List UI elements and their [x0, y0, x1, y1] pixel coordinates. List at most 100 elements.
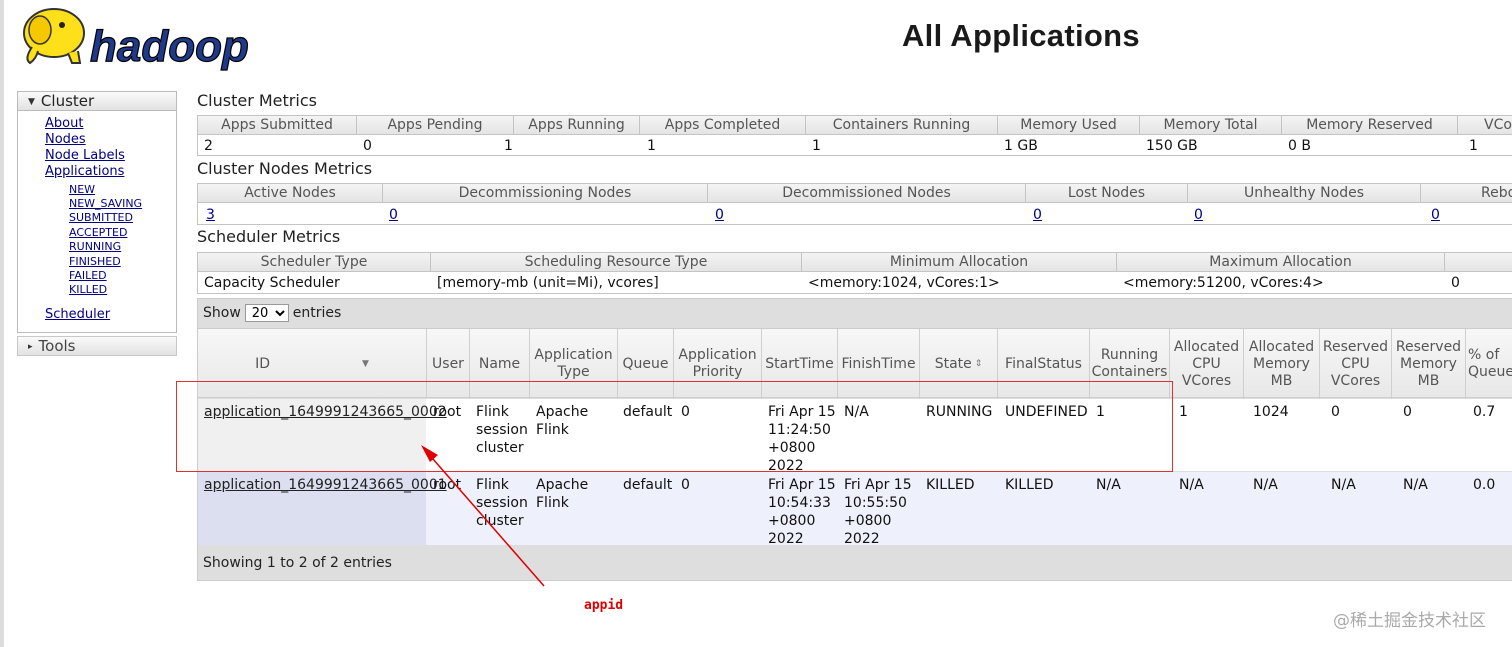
app-id-cell: application_1649991243665_0001	[204, 472, 447, 494]
column-label: % of Queue	[1468, 347, 1512, 380]
final-status-cell: KILLED	[1005, 477, 1054, 493]
column-label: Name	[478, 355, 521, 372]
metric-header: Apps Pending	[357, 116, 514, 135]
column-pct-queue[interactable]: % of Queue	[1466, 329, 1512, 399]
sidebar-link-nodes[interactable]: Nodes	[45, 132, 86, 147]
sidebar-link-node-labels[interactable]: Node Labels	[45, 148, 125, 163]
scheduler-type: Capacity Scheduler	[204, 275, 340, 291]
allocated-memory-cell: N/A	[1253, 477, 1278, 493]
metric-value: 150 GB	[1146, 138, 1198, 154]
nodes-header: Lost Nodes	[1026, 184, 1188, 203]
column-label: Allocated CPU VCores	[1173, 338, 1240, 389]
highlight-box	[176, 381, 1173, 472]
metric-value: 1	[647, 138, 656, 154]
unhealthy-nodes-link[interactable]: 0	[1188, 206, 1203, 224]
queue-cell: default	[623, 477, 673, 493]
metric-header: VCor	[1484, 117, 1512, 133]
column-label: Application Type	[534, 347, 613, 380]
column-allocated-cpu-vcores[interactable]: Allocated CPU VCores	[1170, 329, 1244, 399]
show-entries-control: Show 20 entries	[203, 304, 341, 322]
reserved-memory-cell: 0	[1403, 404, 1412, 420]
scheduler-header: Minimum Allocation	[802, 253, 1117, 272]
finish-time-cell: Fri Apr 15 10:55:50 +0800 2022	[844, 477, 912, 547]
rebooted-nodes-link[interactable]: 0	[1425, 206, 1440, 224]
allocated-memory-cell: 1024	[1253, 404, 1289, 420]
metric-value: 2	[204, 138, 213, 154]
user-cell: root	[433, 477, 462, 493]
cluster-metrics-header-row: Apps Submitted Apps Pending Apps Running…	[198, 116, 1512, 135]
page-title: All Applications	[902, 18, 1140, 53]
scheduler-metrics-table: Scheduler Type Scheduling Resource Type …	[197, 252, 1512, 294]
caret-right-icon: ▸	[28, 342, 33, 352]
sidebar-state-finished[interactable]: FINISHED	[69, 255, 121, 268]
scheduler-extra-value: 0	[1451, 275, 1460, 291]
column-reserved-cpu-vcores[interactable]: Reserved CPU VCores	[1320, 329, 1392, 399]
sidebar-state-running[interactable]: RUNNING	[69, 240, 121, 253]
sidebar-state-failed[interactable]: FAILED	[69, 269, 107, 282]
scheduler-value-row: Capacity Scheduler [memory-mb (unit=Mi),…	[198, 274, 1512, 293]
column-label: StartTime	[765, 355, 834, 372]
type-cell: Apache Flink	[536, 477, 589, 511]
sidebar-link-scheduler[interactable]: Scheduler	[45, 307, 110, 322]
start-time-cell: Fri Apr 15 10:54:33 +0800 2022	[768, 477, 836, 547]
column-label: Application Priority	[678, 347, 757, 380]
metric-value: 1	[812, 138, 821, 154]
sidebar-cluster-header[interactable]: ▼ Cluster	[18, 92, 176, 111]
cluster-nodes-metrics-title: Cluster Nodes Metrics	[197, 159, 373, 178]
scheduler-min-allocation: <memory:1024, vCores:1>	[808, 275, 1000, 291]
sidebar-tools-header[interactable]: ▸ Tools	[18, 337, 176, 355]
sidebar-cluster-panel: ▼ Cluster About Nodes Node Labels Applica…	[17, 91, 177, 333]
decommissioning-nodes-link[interactable]: 0	[383, 206, 398, 224]
sidebar-tools-panel[interactable]: ▸ Tools	[17, 336, 177, 356]
metric-header: Apps Submitted	[198, 116, 357, 135]
cluster-nodes-value-row: 3 0 0 0 0 0	[198, 206, 1512, 224]
reserved-vcores-cell: 0	[1331, 404, 1340, 420]
scheduler-metrics-title: Scheduler Metrics	[197, 227, 341, 246]
table-row: application_1649991243665_0001 root Flin…	[198, 472, 1512, 547]
column-allocated-memory-mb[interactable]: Allocated Memory MB	[1244, 329, 1320, 399]
annotation-label: appid	[584, 598, 624, 613]
app-id-link[interactable]: application_1649991243665_0001	[204, 477, 447, 493]
reserved-vcores-cell: N/A	[1331, 477, 1356, 493]
show-label: Show	[203, 305, 241, 321]
priority-cell: 0	[681, 477, 690, 493]
column-label: State	[934, 355, 972, 372]
cluster-metrics-value-row: 2 0 1 1 1 1 GB 150 GB 0 B 1	[198, 137, 1512, 155]
sidebar-tools-label: Tools	[38, 337, 76, 355]
active-nodes-link[interactable]: 3	[200, 206, 215, 224]
nodes-header: Unhealthy Nodes	[1188, 184, 1421, 203]
scheduler-header	[1445, 253, 1512, 272]
name-cell: Flink session cluster	[476, 477, 528, 529]
sidebar-link-applications[interactable]: Applications	[45, 164, 124, 179]
column-reserved-memory-mb[interactable]: Reserved Memory MB	[1392, 329, 1466, 399]
decommissioned-nodes-link[interactable]: 0	[709, 206, 724, 224]
caret-down-icon: ▼	[28, 97, 35, 107]
allocated-vcores-cell: N/A	[1179, 477, 1204, 493]
column-label: Running Containers	[1091, 347, 1168, 380]
lost-nodes-link[interactable]: 0	[1027, 206, 1042, 224]
window-left-edge	[0, 0, 4, 647]
metric-value: 1	[1469, 138, 1478, 154]
sidebar-link-about[interactable]: About	[45, 116, 83, 131]
hadoop-logo: hadoop	[23, 8, 249, 72]
sidebar-state-new[interactable]: NEW	[69, 183, 95, 196]
sidebar-state-submitted[interactable]: SUBMITTED	[69, 211, 133, 224]
sidebar-state-new-saving[interactable]: NEW_SAVING	[69, 197, 142, 210]
scheduler-header: Maximum Allocation	[1117, 253, 1445, 272]
metric-value: 1	[504, 138, 513, 154]
metric-header: Apps Completed	[640, 116, 806, 135]
nodes-header: Rebo	[1481, 185, 1512, 201]
nodes-header: Decommissioning Nodes	[383, 184, 708, 203]
page-size-select[interactable]: 20	[244, 304, 289, 322]
column-label: Reserved CPU VCores	[1322, 338, 1389, 389]
metric-value: 1 GB	[1004, 138, 1038, 154]
sidebar-state-accepted[interactable]: ACCEPTED	[69, 226, 127, 239]
cluster-metrics-title: Cluster Metrics	[197, 91, 317, 110]
scheduler-header: Scheduling Resource Type	[431, 253, 802, 272]
sidebar-state-killed[interactable]: KILLED	[69, 283, 107, 296]
allocated-vcores-cell: 1	[1179, 404, 1188, 420]
column-label: FinishTime	[841, 355, 916, 372]
metric-header: Containers Running	[806, 116, 998, 135]
cluster-metrics-table: Apps Submitted Apps Pending Apps Running…	[197, 115, 1512, 156]
sort-desc-icon: ▼	[362, 358, 369, 369]
